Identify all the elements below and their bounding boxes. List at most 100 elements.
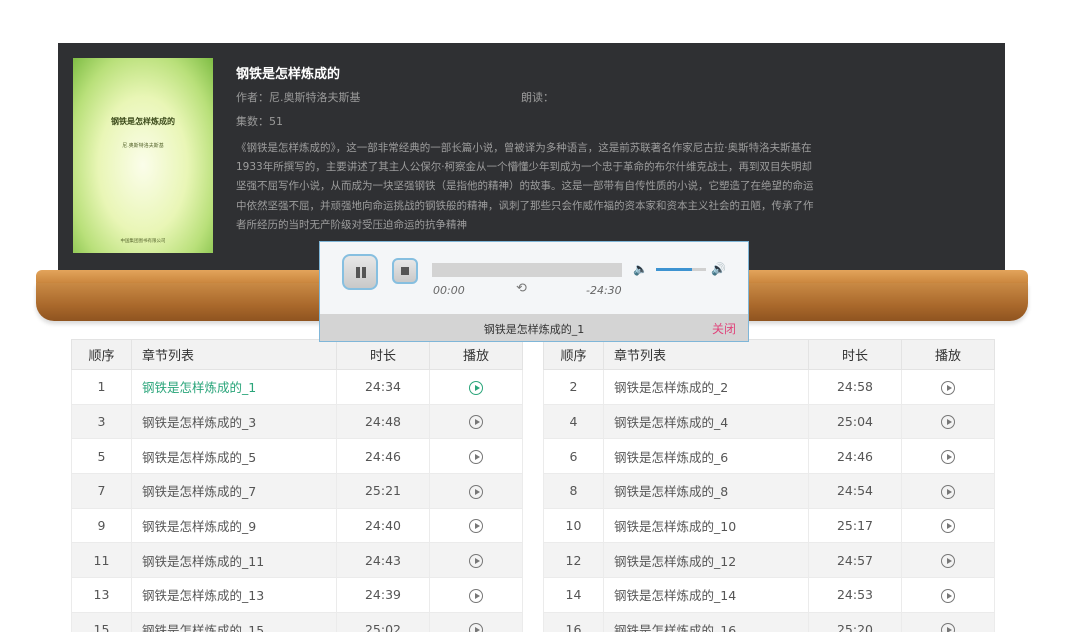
chapter-name-link[interactable]: 钢铁是怎样炼成的_13 (131, 577, 337, 613)
play-cell[interactable] (429, 403, 523, 440)
chapter-name-link[interactable]: 钢铁是怎样炼成的_10 (603, 507, 809, 544)
play-circle-icon[interactable] (941, 519, 955, 534)
play-circle-icon[interactable] (941, 449, 955, 464)
play-cell[interactable] (429, 438, 523, 475)
volume-low-icon[interactable]: 🔈 (633, 262, 648, 276)
table-row[interactable]: 3 钢铁是怎样炼成的_3 24:48 (71, 403, 523, 440)
play-cell[interactable] (901, 438, 995, 475)
book-episodes: 集数：51 (236, 115, 283, 128)
chapter-name-link[interactable]: 钢铁是怎样炼成的_15 (131, 611, 337, 632)
chapter-duration: 25:21 (336, 473, 430, 509)
play-cell[interactable] (429, 542, 523, 579)
play-circle-icon[interactable] (469, 449, 483, 464)
play-cell[interactable] (901, 403, 995, 440)
play-cell[interactable] (429, 369, 523, 405)
play-circle-icon[interactable] (469, 380, 483, 395)
table-row[interactable]: 1 钢铁是怎样炼成的_1 24:34 (71, 369, 523, 405)
play-circle-icon[interactable] (941, 484, 955, 499)
table-row[interactable]: 4 钢铁是怎样炼成的_4 25:04 (543, 403, 995, 440)
chapter-duration: 24:43 (336, 542, 430, 579)
audio-player: 🔈 🔊 00:00 ⟲ -24:30 钢铁是怎样炼成的_1 关闭 (319, 241, 749, 342)
chapter-name-link[interactable]: 钢铁是怎样炼成的_11 (131, 542, 337, 579)
close-button[interactable]: 关闭 (712, 320, 736, 337)
table-header-row: 顺序 章节列表 时长 播放 (543, 339, 995, 370)
table-row[interactable]: 5 钢铁是怎样炼成的_5 24:46 (71, 438, 523, 475)
play-cell[interactable] (901, 577, 995, 613)
play-cell[interactable] (901, 369, 995, 405)
table-row[interactable]: 9 钢铁是怎样炼成的_9 24:40 (71, 507, 523, 544)
chapter-name-link[interactable]: 钢铁是怎样炼成的_7 (131, 473, 337, 509)
play-circle-icon[interactable] (469, 519, 483, 534)
cover-subtitle: 尼.奥斯特洛夫斯基 (122, 143, 164, 149)
play-cell[interactable] (429, 611, 523, 632)
play-circle-icon[interactable] (941, 623, 955, 632)
chapter-name-link[interactable]: 钢铁是怎样炼成的_4 (603, 403, 809, 440)
play-cell[interactable] (901, 507, 995, 544)
play-circle-icon[interactable] (469, 484, 483, 499)
table-row[interactable]: 12 钢铁是怎样炼成的_12 24:57 (543, 542, 995, 579)
chapter-index: 11 (71, 542, 132, 579)
play-circle-icon[interactable] (469, 588, 483, 603)
loop-icon[interactable]: ⟲ (516, 281, 527, 296)
table-row[interactable]: 15 钢铁是怎样炼成的_15 25:02 (71, 611, 523, 632)
header-index: 顺序 (71, 339, 132, 370)
chapter-duration: 24:58 (808, 369, 902, 405)
chapter-name-link[interactable]: 钢铁是怎样炼成的_6 (603, 438, 809, 475)
play-cell[interactable] (429, 507, 523, 544)
chapter-duration: 25:02 (336, 611, 430, 632)
chapter-duration: 25:17 (808, 507, 902, 544)
chapter-name-link[interactable]: 钢铁是怎样炼成的_9 (131, 507, 337, 544)
volume-slider[interactable] (656, 268, 706, 271)
play-circle-icon[interactable] (469, 623, 483, 632)
chapter-index: 14 (543, 577, 604, 613)
chapter-name-link[interactable]: 钢铁是怎样炼成的_2 (603, 369, 809, 405)
chapter-index: 16 (543, 611, 604, 632)
chapter-index: 3 (71, 403, 132, 440)
progress-bar[interactable] (432, 263, 622, 277)
header-duration: 时长 (808, 339, 902, 370)
pause-button[interactable] (342, 254, 378, 290)
table-row[interactable]: 7 钢铁是怎样炼成的_7 25:21 (71, 473, 523, 509)
chapter-name-link[interactable]: 钢铁是怎样炼成的_5 (131, 438, 337, 475)
table-row[interactable]: 16 钢铁是怎样炼成的_16 25:20 (543, 611, 995, 632)
header-chapter: 章节列表 (603, 339, 809, 370)
play-circle-icon[interactable] (941, 415, 955, 430)
chapter-index: 12 (543, 542, 604, 579)
table-header-row: 顺序 章节列表 时长 播放 (71, 339, 523, 370)
chapter-name-link[interactable]: 钢铁是怎样炼成的_12 (603, 542, 809, 579)
play-circle-icon[interactable] (941, 380, 955, 395)
play-cell[interactable] (901, 542, 995, 579)
chapter-duration: 25:04 (808, 403, 902, 440)
play-circle-icon[interactable] (469, 415, 483, 430)
play-cell[interactable] (429, 577, 523, 613)
chapter-duration: 24:39 (336, 577, 430, 613)
audiobook-page: 钢铁是怎样炼成的 尼.奥斯特洛夫斯基 中国集团图书有限公司 钢铁是怎样炼成的 作… (0, 0, 1080, 632)
chapter-name-link[interactable]: 钢铁是怎样炼成的_8 (603, 473, 809, 509)
play-circle-icon[interactable] (941, 554, 955, 569)
header-play: 播放 (429, 339, 523, 370)
play-circle-icon[interactable] (469, 554, 483, 569)
play-cell[interactable] (901, 473, 995, 509)
chapter-name-link[interactable]: 钢铁是怎样炼成的_14 (603, 577, 809, 613)
table-row[interactable]: 6 钢铁是怎样炼成的_6 24:46 (543, 438, 995, 475)
table-row[interactable]: 14 钢铁是怎样炼成的_14 24:53 (543, 577, 995, 613)
play-cell[interactable] (901, 611, 995, 632)
table-row[interactable]: 11 钢铁是怎样炼成的_11 24:43 (71, 542, 523, 579)
stop-button[interactable] (392, 258, 418, 284)
chapter-name-link[interactable]: 钢铁是怎样炼成的_1 (131, 369, 337, 405)
table-row[interactable]: 13 钢铁是怎样炼成的_13 24:39 (71, 577, 523, 613)
play-circle-icon[interactable] (941, 588, 955, 603)
chapter-index: 9 (71, 507, 132, 544)
chapter-name-link[interactable]: 钢铁是怎样炼成的_16 (603, 611, 809, 632)
book-reader: 朗读： (521, 91, 554, 104)
chapter-index: 6 (543, 438, 604, 475)
table-row[interactable]: 2 钢铁是怎样炼成的_2 24:58 (543, 369, 995, 405)
table-row[interactable]: 8 钢铁是怎样炼成的_8 24:54 (543, 473, 995, 509)
chapter-name-link[interactable]: 钢铁是怎样炼成的_3 (131, 403, 337, 440)
chapter-index: 7 (71, 473, 132, 509)
player-footer: 钢铁是怎样炼成的_1 关闭 (320, 314, 748, 341)
volume-high-icon[interactable]: 🔊 (711, 262, 726, 276)
play-cell[interactable] (429, 473, 523, 509)
chapter-index: 1 (71, 369, 132, 405)
table-row[interactable]: 10 钢铁是怎样炼成的_10 25:17 (543, 507, 995, 544)
